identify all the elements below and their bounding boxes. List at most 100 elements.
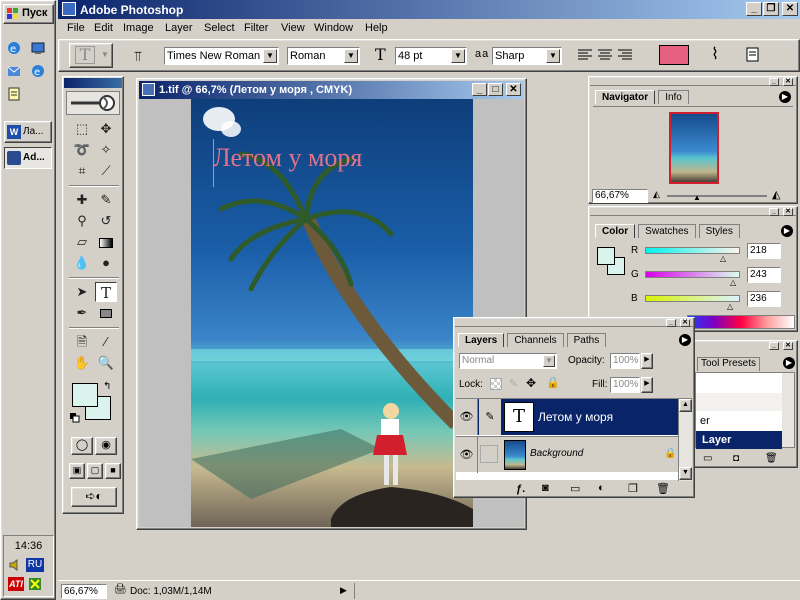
align-center-icon[interactable] (597, 48, 613, 62)
adjustment-layer-icon[interactable]: ◐ (598, 482, 605, 494)
tab-styles[interactable]: Styles (698, 224, 740, 238)
color-ramp[interactable] (687, 315, 795, 329)
zoom-out-icon[interactable]: ◭ (653, 189, 660, 200)
lock-position-icon[interactable]: ✥ (526, 376, 536, 390)
menu-view[interactable]: View (281, 22, 305, 34)
history-brush-tool-icon[interactable]: ↺ (95, 211, 117, 231)
marquee-tool-icon[interactable]: ⬚ (71, 119, 93, 139)
new-set-icon[interactable]: ▭ (570, 482, 580, 495)
ati-icon[interactable]: ATI (8, 577, 24, 591)
layers-scrollbar[interactable]: ▲ ▼ (678, 399, 692, 481)
tool-preset-picker[interactable]: T ▼ (69, 43, 113, 68)
lock-image-icon[interactable]: ✎ (509, 377, 518, 390)
standard-mode-button[interactable]: ◯ (71, 437, 93, 455)
fill-slider-button[interactable]: ▶ (641, 377, 653, 393)
tab-paths[interactable]: Paths (566, 333, 607, 347)
eraser-tool-icon[interactable]: ▱ (71, 232, 93, 252)
doc-close-button[interactable]: ✕ (506, 83, 521, 96)
volume-icon[interactable] (8, 558, 22, 572)
network-icon[interactable] (28, 577, 42, 591)
navigator-zoom-slider[interactable] (667, 195, 767, 197)
slider-thumb-icon[interactable]: △ (720, 254, 726, 263)
slider-thumb-icon[interactable]: ▲ (693, 193, 701, 202)
list-item[interactable]: er (700, 415, 710, 427)
document-canvas[interactable]: Летом у моря (191, 99, 473, 527)
menu-filter[interactable]: Filter (244, 22, 268, 34)
doc-minimize-button[interactable]: _ (472, 83, 487, 96)
channel-r-value[interactable]: 218 (747, 243, 781, 259)
palette-close-button[interactable]: ✕ (783, 208, 793, 216)
path-selection-tool-icon[interactable]: ➤ (71, 282, 93, 302)
pen-tool-icon[interactable]: ✒ (71, 303, 93, 323)
menu-help[interactable]: Help (365, 22, 388, 34)
app-minimize-button[interactable]: _ (746, 2, 762, 16)
palette-minimize-button[interactable]: _ (666, 319, 676, 327)
menu-image[interactable]: Image (123, 22, 154, 34)
start-button[interactable]: Пуск (3, 4, 54, 24)
palettes-icon[interactable] (744, 46, 762, 64)
document-info-icon[interactable]: 🖨 (114, 584, 127, 595)
font-family-select[interactable]: Times New Roman ... ▼ (164, 47, 279, 65)
text-orientation-icon[interactable]: ⫪ (129, 47, 147, 65)
default-colors-icon[interactable] (70, 413, 80, 423)
align-left-icon[interactable] (577, 48, 593, 62)
tab-channels[interactable]: Channels (507, 333, 564, 347)
lasso-tool-icon[interactable]: ➰ (71, 140, 93, 160)
eye-icon[interactable]: 👁 (456, 437, 478, 473)
eye-icon[interactable]: 👁 (456, 399, 478, 435)
gradient-tool-icon[interactable] (95, 232, 117, 252)
layer-style-icon[interactable]: ƒ. (516, 483, 525, 495)
zoom-in-icon[interactable]: ◭ (772, 188, 780, 201)
status-menu-arrow-icon[interactable]: ▶ (340, 585, 347, 596)
menu-layer[interactable]: Layer (165, 22, 193, 34)
slider-thumb-icon[interactable]: △ (727, 302, 733, 311)
clone-stamp-tool-icon[interactable]: ⚲ (71, 211, 93, 231)
warp-text-icon[interactable]: ⌇ (705, 45, 725, 65)
list-item-selected[interactable]: Layer (696, 431, 782, 449)
slider-thumb-icon[interactable]: △ (730, 278, 736, 287)
text-color-swatch[interactable] (659, 45, 689, 65)
link-slot[interactable] (480, 445, 498, 463)
scroll-up-button[interactable]: ▲ (679, 399, 692, 412)
palette-minimize-button[interactable]: _ (769, 342, 779, 350)
trash-icon[interactable]: 🗑 (656, 482, 670, 495)
ie-icon[interactable]: e (6, 40, 22, 56)
opacity-slider-button[interactable]: ▶ (641, 353, 653, 369)
palette-close-button[interactable]: ✕ (783, 342, 793, 350)
language-indicator[interactable]: RU (26, 558, 44, 572)
type-tool-icon[interactable]: T (95, 282, 117, 302)
screen-mode-full-button[interactable]: ■ (105, 463, 121, 479)
scrollbar[interactable] (782, 373, 794, 447)
healing-brush-tool-icon[interactable]: ✚ (71, 190, 93, 210)
palette-grip[interactable] (590, 78, 796, 86)
palette-minimize-button[interactable]: _ (769, 78, 779, 86)
app-close-button[interactable]: ✕ (782, 2, 798, 16)
fill-field[interactable]: 100% (610, 377, 640, 393)
hand-tool-icon[interactable]: ✋ (71, 353, 93, 373)
notepad-icon[interactable] (6, 86, 22, 102)
tab-layers[interactable]: Layers (458, 333, 505, 347)
font-style-select[interactable]: Roman ▼ (287, 47, 360, 65)
channel-b-value[interactable]: 236 (747, 291, 781, 307)
tab-info[interactable]: Info (658, 90, 689, 104)
lock-transparency-icon[interactable] (490, 378, 502, 390)
tab-color[interactable]: Color (595, 224, 636, 238)
brush-tool-icon[interactable]: ✎ (95, 190, 117, 210)
list-item[interactable] (696, 393, 782, 411)
align-right-icon[interactable] (617, 48, 633, 62)
channel-b-slider[interactable] (645, 295, 740, 302)
new-layer-set-icon[interactable]: ▭ (703, 453, 712, 464)
task-button-word[interactable]: W Ла... (4, 121, 52, 143)
quickmask-mode-button[interactable]: ◉ (95, 437, 117, 455)
clock[interactable]: 14:36 (4, 540, 53, 552)
camera-icon[interactable]: ◘ (733, 453, 739, 464)
palette-close-button[interactable]: ✕ (783, 78, 793, 86)
tab-tool-presets[interactable]: Tool Presets (697, 357, 761, 371)
navigator-zoom-field[interactable]: 66,67% (592, 189, 648, 203)
palette-grip[interactable] (590, 208, 796, 216)
tab-navigator[interactable]: Navigator (595, 90, 656, 104)
palette-menu-icon[interactable]: ▶ (779, 91, 791, 103)
blend-mode-select[interactable]: Normal ▼ (459, 353, 557, 369)
toolbox-logo[interactable] (66, 91, 120, 115)
dodge-tool-icon[interactable]: ● (95, 253, 117, 273)
